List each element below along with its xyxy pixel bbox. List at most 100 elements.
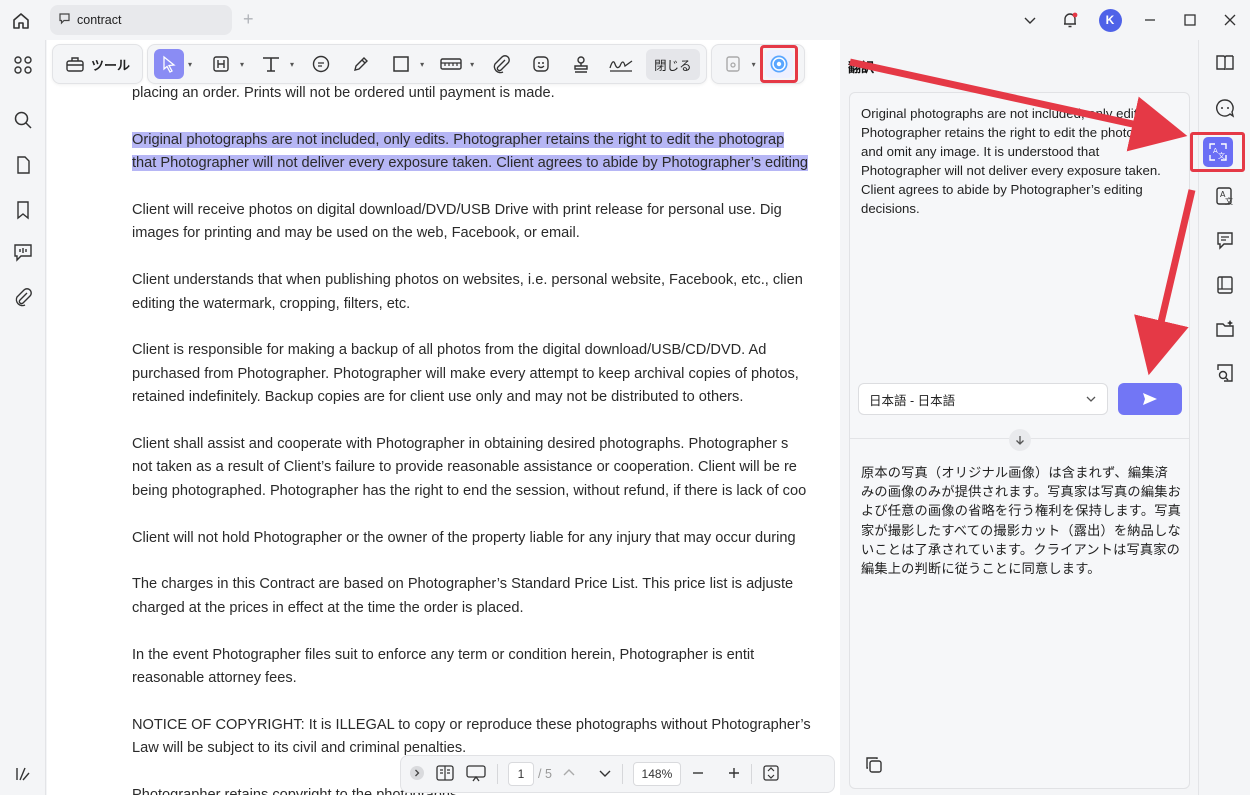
avatar: K — [1098, 8, 1122, 32]
send-icon — [1143, 393, 1157, 405]
document-text-run: reasonable attorney fees. — [132, 670, 297, 687]
sidebar-toggle-icon[interactable] — [10, 761, 36, 787]
arrow-down-icon — [1016, 436, 1024, 445]
expand-icon[interactable] — [409, 765, 425, 784]
translate-tool-button[interactable]: A文 — [1202, 137, 1233, 167]
thumbnails-icon[interactable] — [10, 52, 36, 78]
chevron-down-icon[interactable]: ▾ — [470, 60, 474, 69]
language-label: 日本語 - 日本語 — [869, 393, 956, 408]
notification-bell-icon[interactable] — [1050, 0, 1090, 40]
document-line: reasonable attorney fees. — [132, 667, 840, 690]
search-icon[interactable] — [10, 107, 36, 133]
stamp-tool-button[interactable] — [566, 49, 596, 79]
pen-tool-button[interactable] — [346, 49, 376, 79]
attachment-icon[interactable] — [10, 284, 36, 310]
two-page-view-icon[interactable] — [435, 764, 455, 785]
document-line: that Photographer will not deliver every… — [132, 152, 840, 175]
highlighted-text: that Photographer will not deliver every… — [132, 155, 809, 172]
chevron-down-icon[interactable]: ▾ — [188, 60, 192, 69]
copy-icon[interactable] — [864, 755, 884, 775]
close-window-button[interactable] — [1210, 0, 1250, 40]
chevron-down-icon[interactable] — [1010, 0, 1050, 40]
title-bar: contract + K — [0, 0, 1250, 40]
document-line: Client will receive photos on digital do… — [132, 199, 840, 222]
highlight-tool-button[interactable] — [206, 49, 236, 79]
book-icon[interactable] — [1212, 272, 1238, 298]
zoom-in-icon[interactable] — [727, 766, 741, 783]
signature-tool-button[interactable] — [606, 49, 636, 79]
ai-assistant-button[interactable] — [764, 50, 793, 78]
document-text[interactable]: placing an order. Prints will not be ord… — [132, 82, 840, 795]
summarize-icon[interactable] — [1212, 228, 1238, 254]
search-document-icon[interactable] — [1212, 360, 1238, 386]
chevron-down-icon[interactable]: ▾ — [420, 60, 424, 69]
translate-send-button[interactable] — [1118, 383, 1182, 415]
home-icon[interactable] — [8, 8, 34, 34]
ai-tools-group: ▾ — [710, 44, 805, 84]
comment-bubble-icon — [312, 55, 330, 73]
ai-chat-icon[interactable] — [1212, 95, 1238, 121]
maximize-button[interactable] — [1170, 0, 1210, 40]
panel-title: 翻訳 — [848, 60, 875, 75]
reader-icon[interactable] — [1212, 50, 1238, 76]
source-text-area[interactable]: Original photographs are not included, o… — [861, 104, 1181, 218]
document-line: retained indefinitely. Backup copies are… — [132, 386, 840, 409]
document-text-run: Client understands that when publishing … — [132, 272, 803, 289]
chevron-down-icon[interactable]: ▾ — [752, 60, 756, 69]
rectangle-icon — [393, 56, 409, 72]
close-toolbar-button[interactable]: 閉じる — [646, 48, 700, 80]
next-page-icon[interactable] — [598, 766, 612, 783]
tools-button[interactable]: ツール — [59, 54, 136, 74]
fit-page-icon[interactable] — [762, 764, 780, 785]
document-paragraph: Client shall assist and cooperate with P… — [132, 433, 840, 503]
text-box-icon — [213, 56, 229, 72]
document-paragraph: Client will not hold Photographer or the… — [132, 527, 840, 550]
attach-tool-button[interactable] — [486, 49, 516, 79]
new-tab-button[interactable]: + — [243, 9, 254, 30]
document-paragraph: The charges in this Contract are based o… — [132, 573, 840, 620]
account-avatar[interactable]: K — [1090, 0, 1130, 40]
measure-tool-button[interactable] — [436, 49, 466, 79]
document-line: editing the watermark, cropping, filters… — [132, 293, 840, 316]
divider — [497, 764, 498, 784]
document-line: Client understands that when publishing … — [132, 269, 840, 292]
pdf-page: placing an order. Prints will not be ord… — [47, 40, 840, 795]
translate-icon: A文 — [1208, 143, 1227, 161]
svg-text:文: 文 — [1218, 151, 1225, 160]
folder-ai-icon[interactable] — [1212, 316, 1238, 342]
signature-icon — [609, 60, 633, 72]
scroll-down-button[interactable] — [1009, 429, 1031, 451]
ocr-translate-icon[interactable]: A文 — [1212, 183, 1238, 209]
left-sidebar — [0, 40, 46, 795]
translate-panel: 翻訳 Original photographs are not included… — [840, 40, 1198, 795]
page-icon[interactable] — [10, 152, 36, 178]
document-line: Original photographs are not included, o… — [132, 129, 840, 152]
sticker-tool-button[interactable] — [526, 49, 556, 79]
zoom-level-input[interactable]: 148% — [632, 762, 681, 786]
zoom-out-icon[interactable] — [691, 766, 705, 783]
select-tool-button[interactable] — [154, 49, 185, 79]
previous-page-icon[interactable] — [562, 766, 576, 783]
document-paragraph: NOTICE OF COPYRIGHT: It is ILLEGAL to co… — [132, 714, 840, 761]
chevron-down-icon[interactable]: ▾ — [290, 60, 294, 69]
text-tool-button[interactable] — [256, 49, 286, 79]
divider — [750, 764, 752, 784]
translate-panel-highlight: A文 — [1190, 132, 1245, 172]
ai-assistant-icon — [770, 55, 788, 73]
presentation-icon[interactable] — [465, 764, 487, 785]
minimize-button[interactable] — [1130, 0, 1170, 40]
bookmark-icon[interactable] — [10, 197, 36, 223]
save-icon — [725, 56, 740, 72]
comment-tool-button[interactable] — [306, 49, 336, 79]
page-number-input[interactable]: 1 — [508, 762, 534, 786]
chevron-down-icon[interactable]: ▾ — [240, 60, 244, 69]
save-tool-button[interactable] — [718, 49, 748, 79]
language-select[interactable]: 日本語 - 日本語 — [858, 383, 1108, 415]
document-tab[interactable]: contract — [50, 5, 232, 35]
document-viewer[interactable]: placing an order. Prints will not be ord… — [47, 40, 840, 795]
document-text-run: Client shall assist and cooperate with P… — [132, 436, 789, 453]
page-total: / 5 — [538, 767, 552, 781]
shape-tool-button[interactable] — [386, 49, 416, 79]
comments-icon[interactable] — [10, 239, 36, 265]
document-text-run: images for printing and may be used on t… — [132, 225, 580, 242]
